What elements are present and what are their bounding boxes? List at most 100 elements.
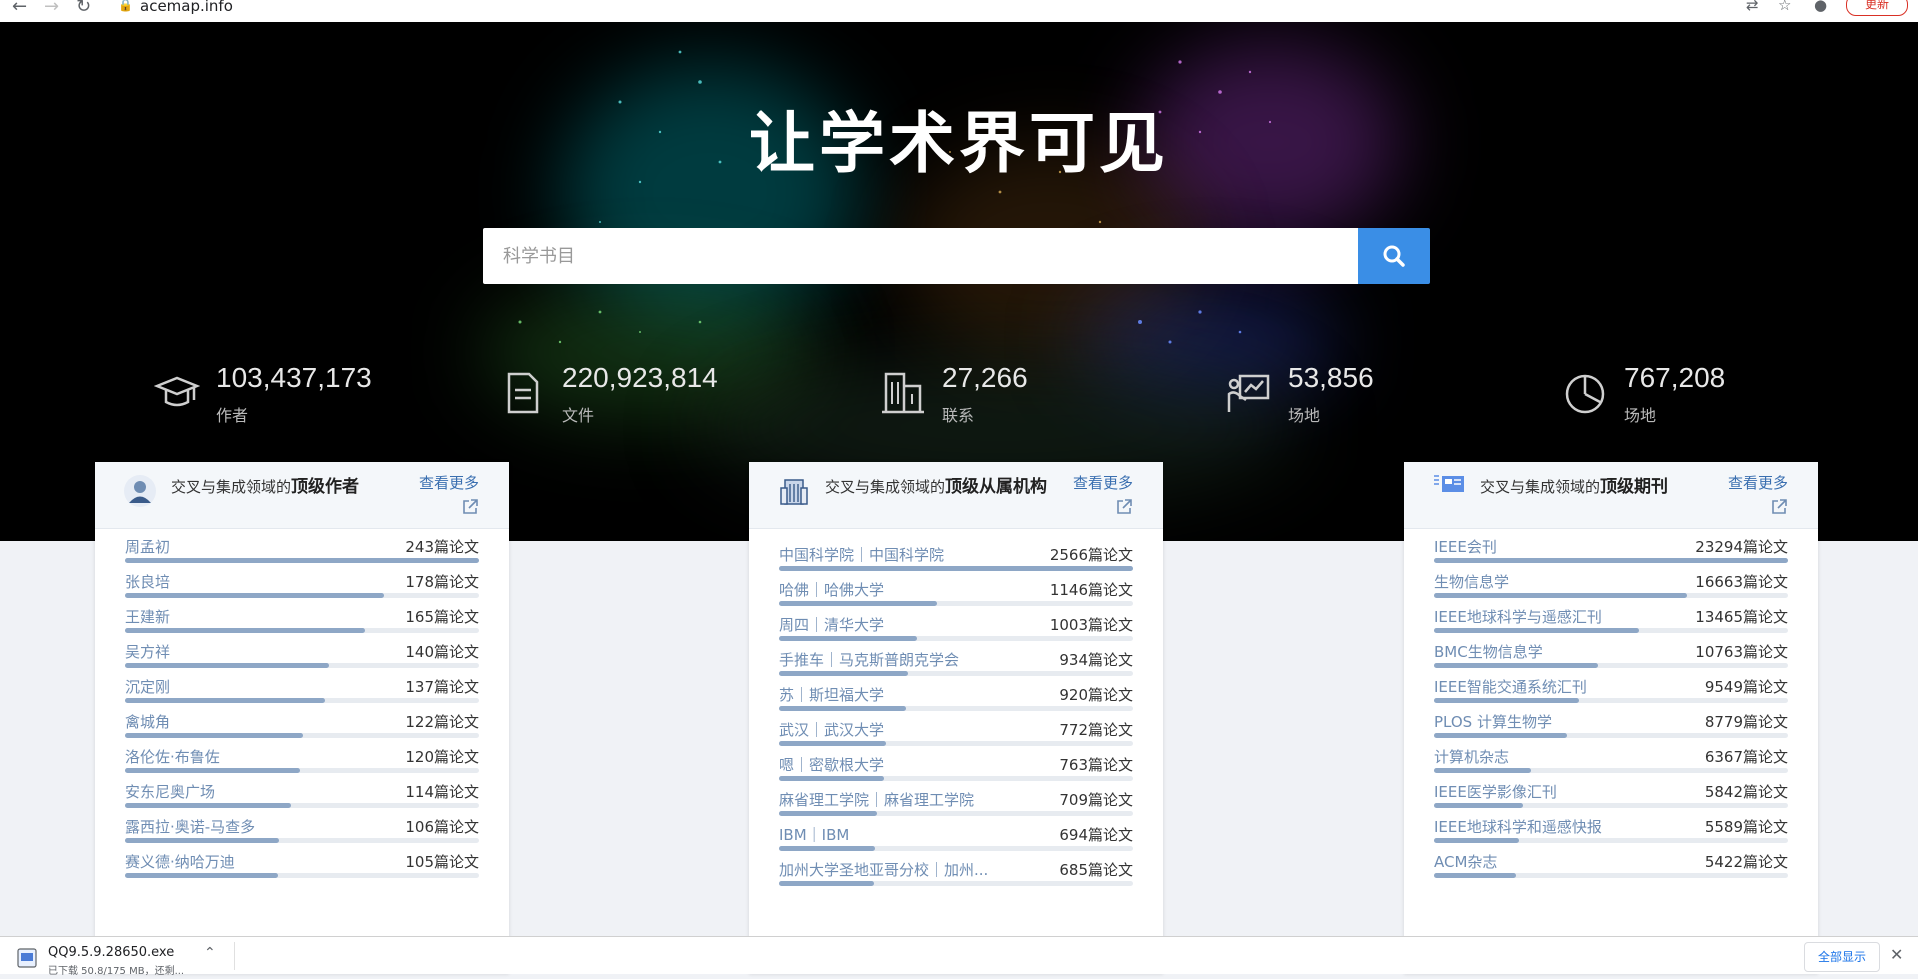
list-item[interactable]: 加州大学圣地亚哥分校｜加州... 685篇论文 <box>779 859 1133 894</box>
list-item[interactable]: IEEE会刊 23294篇论文 <box>1434 536 1788 571</box>
paper-count: 1003篇论文 <box>1049 616 1133 634</box>
list-item[interactable]: 嗯｜密歇根大学 763篇论文 <box>779 754 1133 789</box>
show-all-button[interactable]: 全部显示 <box>1804 942 1880 972</box>
list-item-name[interactable]: 计算机杂志 <box>1434 746 1509 767</box>
list-item[interactable]: 禽城角 122篇论文 <box>125 711 479 746</box>
graduation-cap-icon <box>154 376 200 407</box>
close-download-bar-icon[interactable]: ✕ <box>1890 945 1903 964</box>
list-item[interactable]: IEEE智能交通系统汇刊 9549篇论文 <box>1434 676 1788 711</box>
list-item-name[interactable]: IEEE地球科学和遥感快报 <box>1434 816 1602 837</box>
chevron-up-icon[interactable]: ⌃ <box>204 945 216 961</box>
list-item[interactable]: 吴方祥 140篇论文 <box>125 641 479 676</box>
list-item[interactable]: IBM｜IBM 694篇论文 <box>779 824 1133 859</box>
list-item-name[interactable]: PLOS 计算生物学 <box>1434 711 1552 732</box>
list-item[interactable]: 沉定刚 137篇论文 <box>125 676 479 711</box>
list-item-name[interactable]: IEEE地球科学与遥感汇刊 <box>1434 606 1602 627</box>
see-more-link[interactable]: 查看更多 <box>419 472 479 493</box>
external-link-icon[interactable] <box>1770 498 1788 516</box>
list-item-name[interactable]: 生物信息学 <box>1434 571 1509 592</box>
back-icon[interactable]: ← <box>12 0 27 17</box>
list-item-name[interactable]: 苏｜斯坦福大学 <box>779 684 884 705</box>
list-item[interactable]: 麻省理工学院｜麻省理工学院 709篇论文 <box>779 789 1133 824</box>
search-button[interactable] <box>1358 228 1430 284</box>
progress-track <box>1434 558 1788 563</box>
list-item-name[interactable]: 安东尼奥广场 <box>125 781 215 802</box>
list-item[interactable]: ACM杂志 5422篇论文 <box>1434 851 1788 886</box>
list-item-name[interactable]: IEEE会刊 <box>1434 536 1497 557</box>
list-item-name[interactable]: 沉定刚 <box>125 676 170 697</box>
list-item-name[interactable]: 周四｜清华大学 <box>779 614 884 635</box>
list-item-name[interactable]: IEEE智能交通系统汇刊 <box>1434 676 1587 697</box>
list-item-name[interactable]: 洛伦佐·布鲁佐 <box>125 746 220 767</box>
list-item-name[interactable]: 武汉｜武汉大学 <box>779 719 884 740</box>
progress-fill <box>1434 873 1517 878</box>
list-item[interactable]: IEEE地球科学与遥感汇刊 13465篇论文 <box>1434 606 1788 641</box>
list-item-name[interactable]: 周孟初 <box>125 536 170 557</box>
progress-fill <box>125 838 280 843</box>
search-input[interactable] <box>483 228 1363 284</box>
external-link-icon[interactable] <box>461 498 479 516</box>
progress-track <box>779 671 1133 676</box>
list-item-name[interactable]: BMC生物信息学 <box>1434 641 1543 662</box>
list-item-name[interactable]: 哈佛｜哈佛大学 <box>779 579 884 600</box>
list-item[interactable]: 武汉｜武汉大学 772篇论文 <box>779 719 1133 754</box>
list-item[interactable]: 哈佛｜哈佛大学 1146篇论文 <box>779 579 1133 614</box>
list-item-name[interactable]: 嗯｜密歇根大学 <box>779 754 884 775</box>
presentation-chart-icon <box>1227 374 1270 412</box>
user-avatar-icon <box>124 475 156 507</box>
progress-track <box>1434 838 1788 843</box>
list-item-name[interactable]: 露西拉·奥诺-马查多 <box>125 816 255 837</box>
list-item[interactable]: 周四｜清华大学 1003篇论文 <box>779 614 1133 649</box>
lock-icon[interactable]: 🔒 <box>118 0 133 12</box>
list-item-name[interactable]: IEEE医学影像汇刊 <box>1434 781 1557 802</box>
paper-count: 772篇论文 <box>1059 721 1133 739</box>
progress-fill <box>779 881 874 886</box>
forward-icon[interactable]: → <box>44 0 59 17</box>
see-more-link[interactable]: 查看更多 <box>1728 472 1788 493</box>
divider <box>234 942 235 970</box>
translate-icon[interactable]: ⇄ <box>1746 0 1759 14</box>
list-item-name[interactable]: 王建新 <box>125 606 170 627</box>
list-item[interactable]: 苏｜斯坦福大学 920篇论文 <box>779 684 1133 719</box>
list-item-name[interactable]: 加州大学圣地亚哥分校｜加州... <box>779 859 988 880</box>
list-item-name[interactable]: 吴方祥 <box>125 641 170 662</box>
list-item-name[interactable]: 禽城角 <box>125 711 170 732</box>
list-item[interactable]: 生物信息学 16663篇论文 <box>1434 571 1788 606</box>
paper-count: 23294篇论文 <box>1695 538 1788 556</box>
update-button[interactable]: 更新 <box>1846 0 1908 16</box>
list-item[interactable]: 计算机杂志 6367篇论文 <box>1434 746 1788 781</box>
progress-fill <box>779 601 938 606</box>
address-bar[interactable]: acemap.info <box>140 0 233 15</box>
progress-fill <box>779 776 885 781</box>
list-item[interactable]: PLOS 计算生物学 8779篇论文 <box>1434 711 1788 746</box>
list-item[interactable]: BMC生物信息学 10763篇论文 <box>1434 641 1788 676</box>
progress-track <box>125 558 479 563</box>
list-item[interactable]: 洛伦佐·布鲁佐 120篇论文 <box>125 746 479 781</box>
list-item-name[interactable]: 麻省理工学院｜麻省理工学院 <box>779 789 974 810</box>
paper-count: 105篇论文 <box>405 853 479 871</box>
list-item[interactable]: 中国科学院｜中国科学院 2566篇论文 <box>779 544 1133 579</box>
see-more-link[interactable]: 查看更多 <box>1073 472 1133 493</box>
list-item[interactable]: IEEE地球科学和遥感快报 5589篇论文 <box>1434 816 1788 851</box>
list-item[interactable]: 王建新 165篇论文 <box>125 606 479 641</box>
list-item-name[interactable]: ACM杂志 <box>1434 851 1497 872</box>
bookmark-star-icon[interactable]: ☆ <box>1778 0 1791 14</box>
external-link-icon[interactable] <box>1115 498 1133 516</box>
list-item-name[interactable]: 张良培 <box>125 571 170 592</box>
list-item[interactable]: 张良培 178篇论文 <box>125 571 479 606</box>
building-icon <box>780 479 808 505</box>
list-item[interactable]: 露西拉·奥诺-马查多 106篇论文 <box>125 816 479 851</box>
list-item[interactable]: 安东尼奥广场 114篇论文 <box>125 781 479 816</box>
list-item-name[interactable]: 中国科学院｜中国科学院 <box>779 544 944 565</box>
list-item[interactable]: 周孟初 243篇论文 <box>125 536 479 571</box>
progress-fill <box>1434 593 1688 598</box>
list-item-name[interactable]: IBM｜IBM <box>779 824 849 845</box>
list-item[interactable]: IEEE医学影像汇刊 5842篇论文 <box>1434 781 1788 816</box>
list-item-name[interactable]: 手推车｜马克斯普朗克学会 <box>779 649 959 670</box>
download-filename[interactable]: QQ9.5.9.28650.exe <box>48 945 174 960</box>
reload-icon[interactable]: ↻ <box>76 0 91 17</box>
list-item[interactable]: 赛义德·纳哈万迪 105篇论文 <box>125 851 479 886</box>
list-item-name[interactable]: 赛义德·纳哈万迪 <box>125 851 235 872</box>
list-item[interactable]: 手推车｜马克斯普朗克学会 934篇论文 <box>779 649 1133 684</box>
profile-icon[interactable]: ● <box>1814 0 1827 14</box>
